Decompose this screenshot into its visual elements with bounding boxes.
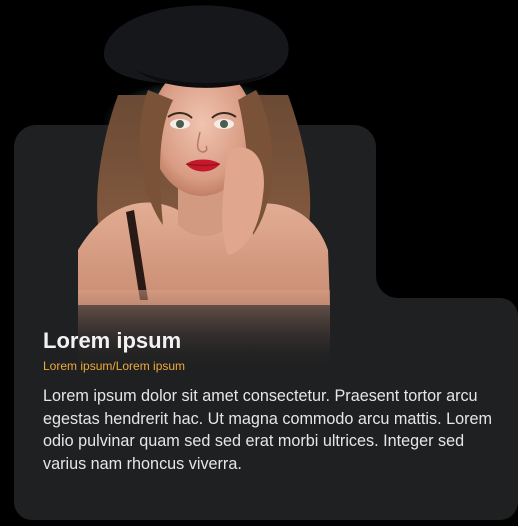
portrait-image (78, 0, 330, 372)
card-description: Lorem ipsum dolor sit amet consectetur. … (43, 387, 492, 473)
card-subtitle: Lorem ipsum/Lorem ipsum (43, 359, 186, 373)
card-title: Lorem ipsum (43, 328, 182, 353)
card-text-block: Lorem ipsum Lorem ipsum/Lorem ipsum Lore… (43, 326, 503, 475)
profile-card-stage: Lorem ipsum Lorem ipsum/Lorem ipsum Lore… (0, 0, 518, 526)
card-joint-curve (376, 254, 420, 298)
